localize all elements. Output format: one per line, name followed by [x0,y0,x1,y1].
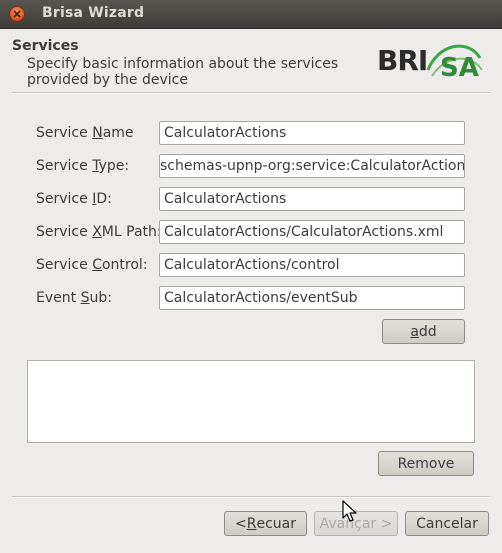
event-sub-label: Event Sub: [36,290,112,306]
service-xml-path-input[interactable] [159,220,465,244]
svg-text:SA: SA [440,53,479,83]
header-separator [12,92,490,94]
service-xml-path-label: Service XML Path: [36,224,162,240]
services-list[interactable] [27,360,475,443]
remove-button[interactable]: Remove [378,451,474,476]
service-id-label: Service ID: [36,191,112,207]
window-title: Brisa Wizard [42,5,145,21]
footer-separator [12,496,490,498]
title-bar[interactable]: Brisa Wizard [0,0,502,29]
close-icon[interactable] [9,6,25,22]
mouse-pointer-icon [342,500,358,528]
service-control-label: Service Control: [36,257,148,273]
service-name-input[interactable] [159,121,465,145]
service-name-label: Service Name [36,125,134,141]
svg-text:BRI: BRI [377,44,427,77]
service-control-input[interactable] [159,253,465,277]
page-description: Specify basic information about the serv… [27,56,339,88]
cancel-button[interactable]: Cancelar [405,511,489,536]
service-type-label: Service Type: [36,158,130,174]
event-sub-input[interactable] [159,286,465,310]
service-type-input[interactable] [159,154,465,178]
back-button[interactable]: < Recuar [224,511,307,536]
brisa-logo: BRI SA [376,40,484,86]
page-title: Services [12,38,79,54]
service-id-input[interactable] [159,187,465,211]
add-button[interactable]: a dd [382,319,465,344]
